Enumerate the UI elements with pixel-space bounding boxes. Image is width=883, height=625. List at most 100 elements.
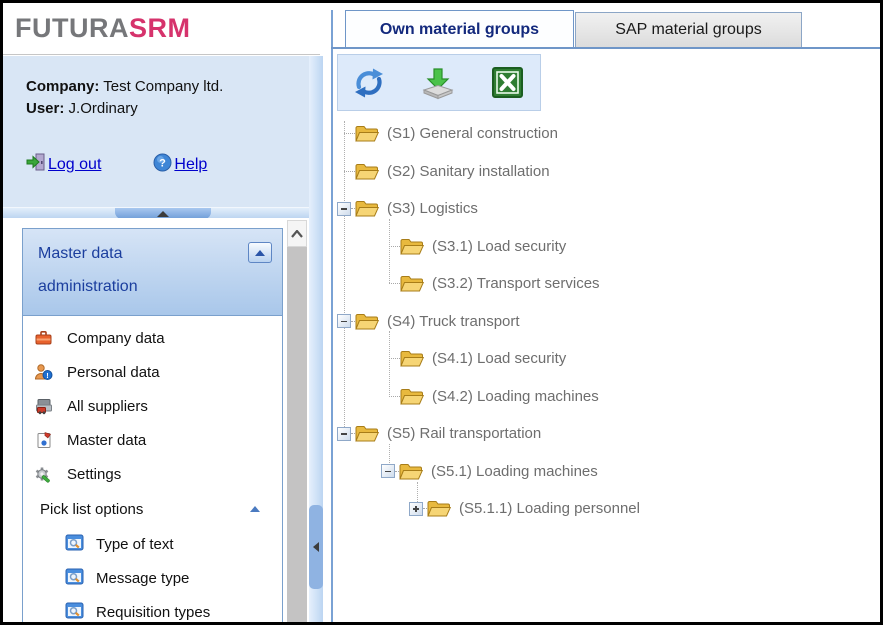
tree-row-s3[interactable]: (S3) Logistics [337,190,879,228]
folder-icon [355,199,379,218]
tree-node-label: (S1) General construction [387,125,558,142]
menu-item-all-suppliers[interactable]: All suppliers [23,389,282,423]
folder-icon [400,274,424,293]
excel-export-button[interactable] [489,65,525,101]
tab-label: SAP material groups [615,21,761,39]
sidebar-body: Master data administration Company da [3,218,320,622]
picklist-section-label: Pick list options [40,501,143,518]
tree-row-s5[interactable]: (S5) Rail transportation [337,415,879,453]
picklist-lookup-icon [65,602,84,623]
help-link-item[interactable]: ? Help [153,153,207,177]
menu-title-line1: Master data [38,245,282,263]
user-label: User: [26,100,64,117]
company-value: Test Company ltd. [103,78,223,95]
menu-item-label: Type of text [96,536,174,553]
scroll-up-button[interactable] [287,220,307,247]
tree-node-label: (S3.2) Transport services [432,275,600,292]
collapse-node-icon[interactable] [337,314,351,328]
folder-icon [355,124,379,143]
tree-row-s4-1[interactable]: (S4.1) Load security [337,340,879,378]
menu-item-label: Settings [67,466,121,483]
menu-item-label: All suppliers [67,398,148,415]
tree-row-s3-2[interactable]: (S3.2) Transport services [337,265,879,303]
expand-node-icon[interactable] [409,502,423,516]
menu-item-settings[interactable]: Settings [23,457,282,491]
svg-text:?: ? [160,157,167,169]
master-data-icon [34,431,54,449]
tree-row-s3-1[interactable]: (S3.1) Load security [337,228,879,266]
menu-item-requisition-types[interactable]: Requisition types [23,595,282,625]
collapse-node-icon[interactable] [337,427,351,441]
tree-node-label: (S5) Rail transportation [387,425,541,442]
tree-row-s5-1-1[interactable]: (S5.1.1) Loading personnel [337,490,879,528]
collapse-left-icon [313,542,319,552]
menu-item-label: Company data [67,330,165,347]
tree-node-label: (S3) Logistics [387,200,478,217]
logout-link[interactable]: Log out [48,156,101,174]
collapse-node-icon[interactable] [381,464,395,478]
all-suppliers-icon [34,397,54,415]
user-value: J.Ordinary [69,100,138,117]
navigation-menu-panel: Master data administration Company da [22,228,283,625]
tree-row-s4[interactable]: (S4) Truck transport [337,303,879,341]
company-data-icon [34,329,54,347]
menu-item-type-of-text[interactable]: Type of text [23,527,282,561]
collapse-node-icon[interactable] [337,202,351,216]
folder-icon [427,499,451,518]
app-logo: FUTURASRM [15,13,190,44]
settings-icon [34,465,54,483]
tree-row-s1[interactable]: (S1) General construction [337,115,879,153]
chevron-up-icon [291,230,303,238]
tree-row-s5-1[interactable]: (S5.1) Loading machines [337,453,879,491]
logo-suffix-text: SRM [129,13,191,43]
menu-item-master-data[interactable]: Master data [23,423,282,457]
logout-link-item[interactable]: Log out [26,152,101,177]
import-button[interactable] [420,65,456,101]
tab-sap-material-groups[interactable]: SAP material groups [575,12,802,48]
tree-node-label: (S4.1) Load security [432,350,566,367]
tree-toolbar [337,54,541,111]
tab-own-material-groups[interactable]: Own material groups [345,10,574,48]
company-label: Company: [26,78,99,95]
personal-data-icon: ! [34,363,54,381]
material-groups-tree: (S1) General construction (S2) Sanitary … [337,115,879,615]
tree-node-label: (S3.1) Load security [432,238,566,255]
menu-item-message-type[interactable]: Message type [23,561,282,595]
excel-export-icon [492,67,523,98]
refresh-icon [352,66,386,100]
app-window: FUTURASRM Company: Test Company ltd. Use… [0,0,883,625]
menu-collapse-button[interactable] [248,242,272,263]
content-panel-border [331,10,333,622]
help-link[interactable]: Help [174,156,207,174]
menu-header: Master data administration [23,229,282,316]
user-info-panel: Company: Test Company ltd. User: J.Ordin… [3,56,320,207]
import-icon [421,66,455,100]
collapse-left-handle[interactable] [309,505,323,589]
user-line: User: J.Ordinary [26,98,320,120]
menu-section-pick-list-options[interactable]: Pick list options [23,491,282,527]
help-icon: ? [153,153,172,177]
collapse-up-icon [157,211,169,217]
tab-strip-underline [331,47,880,49]
tree-row-s2[interactable]: (S2) Sanitary installation [337,153,879,191]
logout-door-icon [26,152,46,177]
menu-item-company-data[interactable]: Company data [23,321,282,355]
tree-node-label: (S2) Sanitary installation [387,163,550,180]
menu-item-label: Master data [67,432,146,449]
folder-icon [400,387,424,406]
vertical-splitter[interactable] [309,56,323,622]
section-collapse-triangle-icon[interactable] [250,506,260,512]
svg-text:!: ! [46,371,49,380]
menu-item-personal-data[interactable]: ! Personal data [23,355,282,389]
folder-icon [355,162,379,181]
menu-item-label: Message type [96,570,189,587]
horizontal-splitter[interactable] [3,207,320,218]
menu-item-label: Personal data [67,364,160,381]
folder-icon [355,312,379,331]
tree-row-s4-2[interactable]: (S4.2) Loading machines [337,378,879,416]
folder-icon [355,424,379,443]
refresh-button[interactable] [351,65,387,101]
folder-icon [400,349,424,368]
tree-node-label: (S4.2) Loading machines [432,388,599,405]
sidebar-scrollbar[interactable] [287,220,307,622]
